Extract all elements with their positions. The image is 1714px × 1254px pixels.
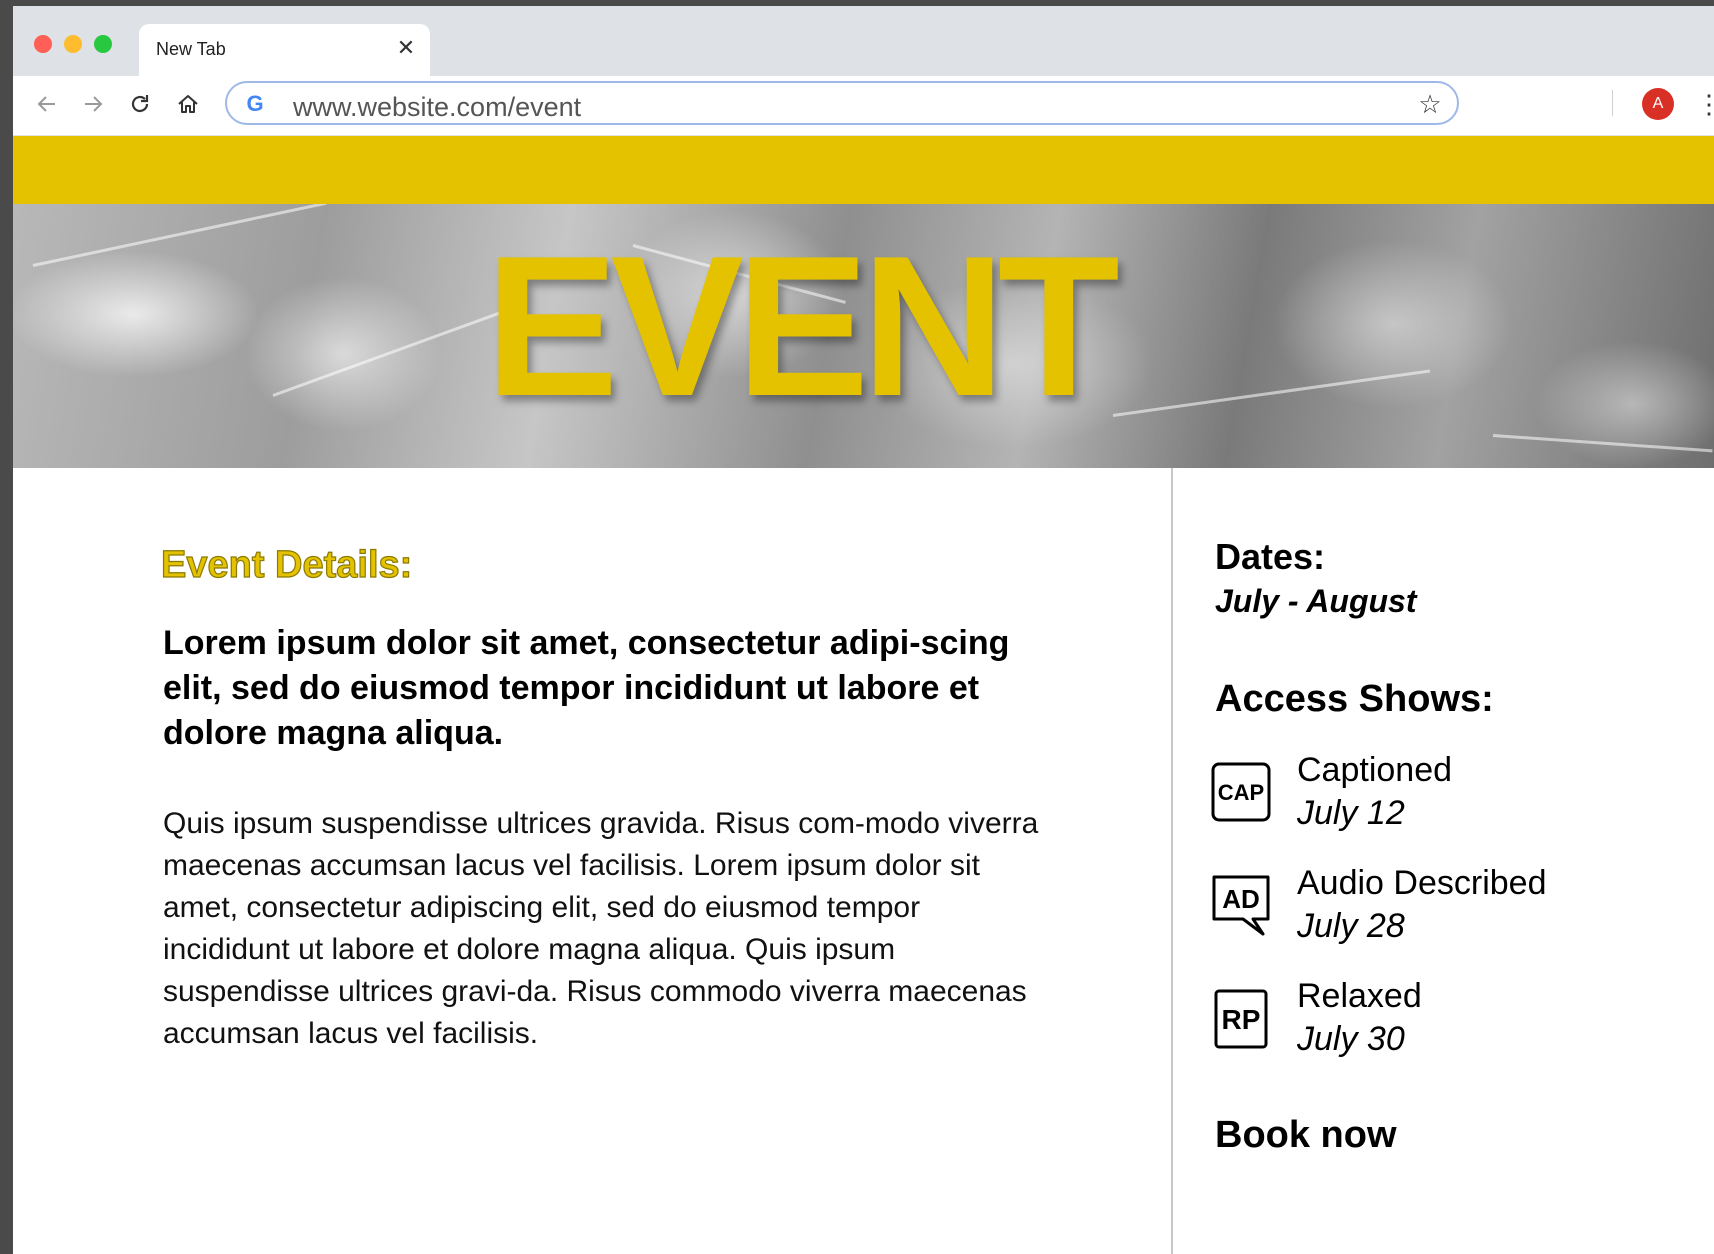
relaxed-performance-icon: RP [1214, 989, 1268, 1049]
captioned-badge-text: CAP [1218, 780, 1264, 805]
show-name: Relaxed [1297, 977, 1422, 1015]
access-show-relaxed: RP Relaxed July 30 [1211, 977, 1631, 1067]
window-frame-left [0, 0, 13, 1254]
toolbar-divider [1612, 90, 1613, 116]
relaxed-badge-text: RP [1222, 1004, 1261, 1035]
home-button[interactable] [170, 86, 206, 122]
show-name: Audio Described [1297, 864, 1547, 902]
show-date: July 12 [1297, 794, 1405, 832]
back-icon [37, 96, 55, 112]
window-close-button[interactable] [34, 35, 52, 53]
show-date: July 28 [1297, 907, 1405, 945]
forward-icon [85, 96, 103, 112]
reload-button[interactable] [122, 86, 158, 122]
forward-button[interactable] [75, 86, 111, 122]
access-show-audio-described: AD Audio Described July 28 [1211, 864, 1631, 954]
close-tab-icon[interactable]: ✕ [392, 34, 420, 62]
browser-toolbar: G www.website.com/event ☆ A ⋮ [13, 76, 1714, 136]
event-details-heading: Event Details: [160, 543, 413, 586]
body-paragraph: Quis ipsum suspendisse ultrices gravida.… [163, 807, 1039, 1050]
dates-label: Dates: [1215, 536, 1326, 577]
audio-described-icon: AD [1212, 875, 1270, 936]
back-button[interactable] [29, 86, 65, 122]
access-show-captioned: CAP Captioned July 12 [1211, 751, 1631, 841]
window-minimize-button[interactable] [64, 35, 82, 53]
home-icon [178, 95, 198, 113]
access-shows-heading: Access Shows: [1215, 678, 1494, 720]
tab-title: New Tab [156, 39, 226, 59]
google-icon: G [246, 91, 264, 116]
lead-paragraph: Lorem ipsum dolor sit amet, consectetur … [163, 624, 1010, 752]
header-bar [13, 136, 1714, 204]
star-icon[interactable]: ☆ [1415, 89, 1445, 119]
url-text[interactable]: www.website.com/event [293, 92, 581, 123]
avatar[interactable]: A [1642, 88, 1674, 120]
column-divider [1171, 468, 1173, 1254]
captioned-icon: CAP [1211, 762, 1271, 822]
hero-streak [1492, 434, 1713, 453]
browser-tab[interactable]: New Tab ✕ [139, 24, 430, 76]
window-zoom-button[interactable] [94, 35, 112, 53]
show-name: Captioned [1297, 751, 1453, 789]
hero-banner: EVENT [13, 204, 1714, 468]
more-menu-icon[interactable]: ⋮ [1696, 86, 1714, 122]
dates-value: July - August [1215, 583, 1417, 619]
address-bar[interactable]: G www.website.com/event ☆ [225, 81, 1459, 125]
show-date: July 30 [1297, 1020, 1405, 1058]
book-now-link[interactable]: Book now [1215, 1114, 1397, 1157]
hero-title: EVENT [485, 215, 1120, 438]
audio-described-badge-text: AD [1222, 884, 1260, 914]
reload-icon [131, 95, 149, 113]
